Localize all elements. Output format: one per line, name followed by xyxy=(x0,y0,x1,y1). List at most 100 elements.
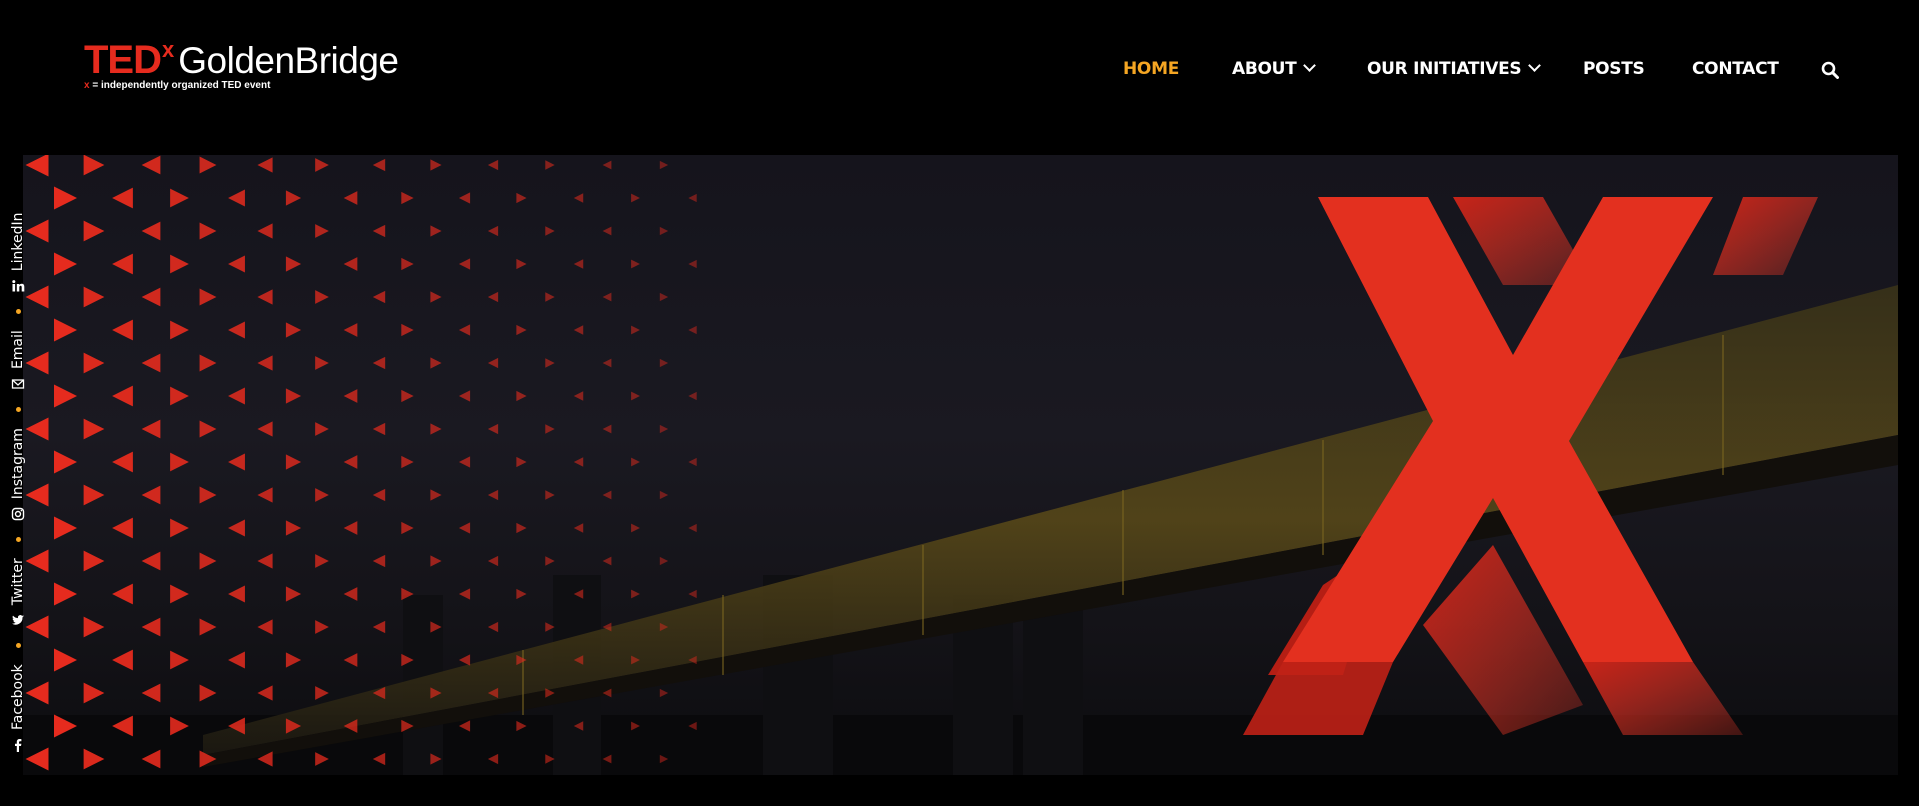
pattern-triangle xyxy=(141,683,161,703)
social-instagram[interactable]: Instagram xyxy=(10,428,26,521)
pattern-triangle xyxy=(25,483,49,507)
pattern-triangle xyxy=(315,686,329,700)
social-linkedin[interactable]: LinkedIn xyxy=(10,213,26,294)
logo-tagline: x = independently organized TED event xyxy=(84,80,270,91)
hero-banner xyxy=(23,155,1898,775)
pattern-triangle xyxy=(516,324,527,336)
pattern-triangle xyxy=(458,324,471,336)
pattern-triangle xyxy=(228,387,245,405)
pattern-triangle xyxy=(54,582,77,606)
pattern-triangle xyxy=(458,588,471,600)
pattern-triangle xyxy=(83,352,105,374)
pattern-triangle xyxy=(688,193,697,203)
pattern-triangle xyxy=(573,523,584,533)
nav-contact[interactable]: CONTACT xyxy=(1692,56,1779,82)
pattern-triangle xyxy=(343,653,358,667)
pattern-triangle xyxy=(83,220,105,242)
pattern-triangle xyxy=(285,652,302,668)
pattern-triangle xyxy=(228,321,245,339)
pattern-triangle xyxy=(659,226,669,236)
social-twitter-label: Twitter xyxy=(10,558,26,606)
pattern-triangle xyxy=(487,357,499,369)
pattern-triangle xyxy=(688,325,697,335)
social-email[interactable]: Email xyxy=(10,330,26,391)
pattern-triangle xyxy=(545,160,555,170)
nav-posts-label: POSTS xyxy=(1583,59,1645,79)
pattern-triangle xyxy=(516,258,527,270)
site-logo[interactable]: TEDx GoldenBridge x = independently organ… xyxy=(84,39,414,98)
twitter-icon xyxy=(11,613,25,627)
pattern-triangle xyxy=(257,619,273,635)
pattern-triangle xyxy=(631,589,640,599)
pattern-triangle xyxy=(545,358,555,368)
pattern-triangle xyxy=(141,419,161,439)
pattern-triangle xyxy=(112,385,133,407)
pattern-triangle xyxy=(199,618,217,636)
pattern-triangle xyxy=(372,290,386,304)
pattern-triangle xyxy=(285,190,302,206)
pattern-triangle xyxy=(516,456,527,468)
pattern-triangle xyxy=(54,516,77,540)
pattern-triangle xyxy=(83,484,105,506)
pattern-triangle xyxy=(659,688,669,698)
pattern-triangle xyxy=(257,289,273,305)
pattern-triangle xyxy=(343,587,358,601)
nav-posts[interactable]: POSTS xyxy=(1583,56,1645,82)
pattern-triangle xyxy=(285,322,302,338)
pattern-triangle xyxy=(430,225,442,237)
separator-dot xyxy=(15,643,21,649)
pattern-triangle xyxy=(25,285,49,309)
pattern-triangle xyxy=(170,188,189,208)
pattern-triangle xyxy=(315,356,329,370)
search-icon[interactable] xyxy=(1821,61,1839,79)
hero-graphic xyxy=(23,155,1898,775)
pattern-triangle xyxy=(631,523,640,533)
pattern-triangle xyxy=(25,681,49,705)
pattern-triangle xyxy=(141,485,161,505)
pattern-triangle xyxy=(141,155,161,175)
pattern-triangle xyxy=(257,553,273,569)
pattern-triangle xyxy=(343,521,358,535)
pattern-triangle xyxy=(141,617,161,637)
pattern-triangle xyxy=(631,391,640,401)
pattern-triangle xyxy=(430,555,442,567)
pattern-triangle xyxy=(430,423,442,435)
pattern-triangle xyxy=(372,422,386,436)
pattern-triangle xyxy=(573,391,584,401)
social-twitter[interactable]: Twitter xyxy=(10,558,26,627)
pattern-triangle xyxy=(401,191,414,205)
pattern-triangle xyxy=(25,351,49,375)
pattern-triangle xyxy=(228,255,245,273)
pattern-triangle xyxy=(83,616,105,638)
pattern-triangle xyxy=(199,222,217,240)
nav-our-initiatives-label: OUR INITIATIVES xyxy=(1367,59,1522,79)
pattern-triangle xyxy=(688,589,697,599)
nav-our-initiatives[interactable]: OUR INITIATIVES xyxy=(1367,56,1542,82)
pattern-triangle xyxy=(659,292,669,302)
pattern-triangle xyxy=(487,423,499,435)
pattern-triangle xyxy=(602,292,612,302)
pattern-triangle xyxy=(228,651,245,669)
pattern-triangle xyxy=(458,654,471,666)
pattern-triangle xyxy=(141,353,161,373)
social-facebook[interactable]: Facebook xyxy=(10,664,26,752)
nav-about[interactable]: ABOUT xyxy=(1232,56,1317,82)
pattern-triangle xyxy=(285,520,302,536)
pattern-triangle xyxy=(430,159,442,171)
pattern-triangle xyxy=(516,390,527,402)
pattern-triangle xyxy=(430,357,442,369)
pattern-triangle xyxy=(487,621,499,633)
pattern-triangle xyxy=(573,325,584,335)
pattern-triangle xyxy=(315,488,329,502)
pattern-triangle xyxy=(170,518,189,538)
pattern-triangle xyxy=(458,522,471,534)
social-email-label: Email xyxy=(10,330,26,370)
pattern-triangle xyxy=(401,521,414,535)
pattern-triangle xyxy=(112,319,133,341)
pattern-triangle xyxy=(372,356,386,370)
pattern-triangle xyxy=(602,556,612,566)
nav-home[interactable]: HOME xyxy=(1123,56,1179,82)
pattern-triangle xyxy=(458,192,471,204)
pattern-triangle xyxy=(516,192,527,204)
instagram-icon xyxy=(11,507,25,521)
